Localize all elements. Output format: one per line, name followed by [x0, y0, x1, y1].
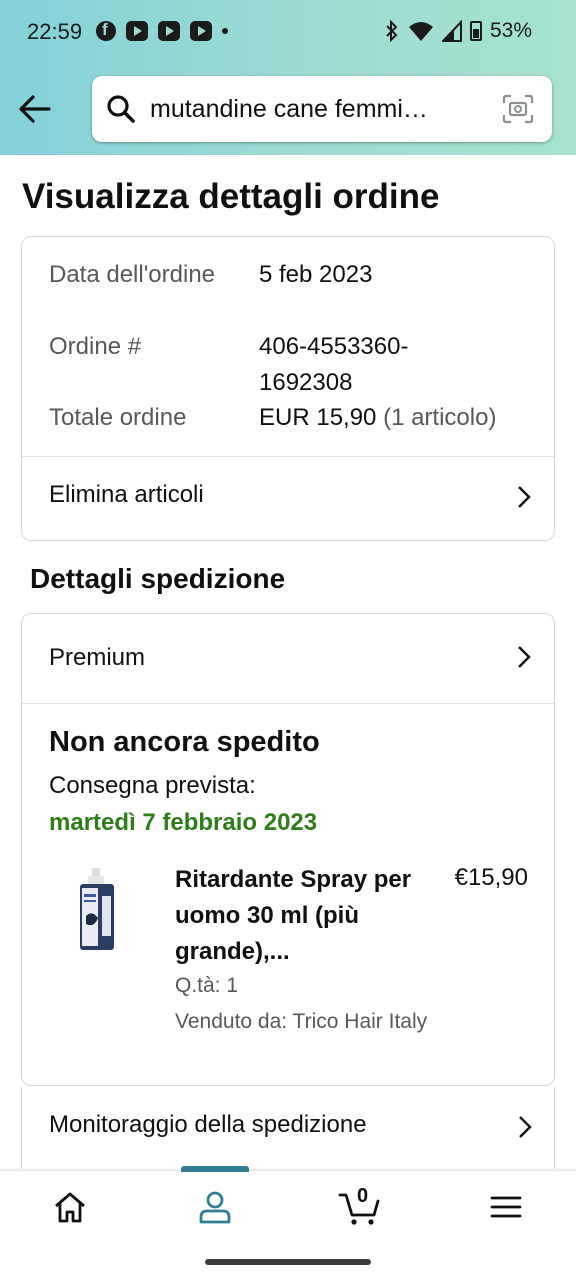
shipping-card: Premium Non ancora spedito Consegna prev… [21, 613, 555, 1086]
product-title[interactable]: Ritardante Spray per uomo 30 ml (più gra… [175, 862, 415, 970]
more-notifications-icon [222, 28, 228, 34]
active-tab-indicator [181, 1166, 249, 1172]
divider [22, 703, 554, 704]
status-bar: 22:59 53% [0, 0, 576, 64]
product-image[interactable] [72, 866, 124, 956]
signal-icon [441, 20, 462, 42]
menu-icon[interactable] [486, 1187, 526, 1227]
order-total-label: Totale ordine [49, 404, 187, 431]
tracking-row[interactable]: Monitoraggio della spedizione [21, 1087, 555, 1169]
shipping-tier-label: Premium [49, 644, 146, 671]
back-arrow-icon[interactable] [16, 90, 54, 128]
shipment-status: Non ancora spedito [49, 726, 320, 758]
account-icon[interactable] [195, 1187, 235, 1227]
page-title: Visualizza dettagli ordine [22, 177, 440, 216]
battery-percent: 53% [489, 19, 532, 42]
bottom-navigation [0, 1166, 576, 1244]
product-price: €15,90 [454, 864, 528, 891]
gesture-bar[interactable] [205, 1259, 371, 1265]
chevron-right-icon [518, 486, 531, 508]
shipping-section-title: Dettagli spedizione [30, 563, 286, 594]
notification-icons [96, 20, 228, 41]
tracking-label: Monitoraggio della spedizione [49, 1111, 367, 1138]
delete-items-label: Elimina articoli [49, 481, 204, 508]
order-date-label: Data dell'ordine [49, 261, 216, 288]
youtube-icon [126, 21, 148, 41]
chevron-right-icon [519, 1116, 532, 1138]
order-number-value: 406-4553360-1692308 [259, 333, 409, 396]
order-total-items: (1 articolo) [383, 404, 497, 431]
search-input[interactable]: mutandine cane femmi… [150, 95, 490, 124]
battery-icon [469, 21, 482, 41]
camera-search-icon[interactable] [502, 94, 534, 124]
facebook-icon [96, 20, 116, 41]
order-number-label: Ordine # [49, 333, 142, 360]
order-summary-card: Data dell'ordine 5 feb 2023 Ordine # 406… [21, 236, 555, 541]
order-date-value: 5 feb 2023 [259, 261, 373, 288]
chevron-right-icon [518, 646, 531, 668]
search-bar[interactable]: mutandine cane femmi… [92, 76, 552, 142]
youtube-icon [190, 21, 212, 41]
product-quantity: Q.tà: 1 [175, 974, 239, 997]
app-header: 22:59 53% mutandine cane femmi… [0, 0, 576, 155]
premium-row[interactable]: Premium [22, 614, 554, 703]
delivery-label: Consegna prevista: [49, 772, 256, 799]
youtube-icon [158, 21, 180, 41]
search-icon [107, 95, 135, 123]
delete-items-row[interactable]: Elimina articoli [22, 457, 554, 541]
status-time: 22:59 [27, 19, 83, 44]
wifi-icon [408, 22, 433, 41]
system-icons: 53% [384, 19, 532, 43]
delivery-date: martedì 7 febbraio 2023 [49, 809, 318, 836]
gesture-area [0, 1244, 576, 1280]
home-icon[interactable] [50, 1187, 90, 1227]
order-total-value: EUR 15,90 [259, 404, 377, 431]
product-seller: Venduto da: Trico Hair Italy [175, 1010, 428, 1033]
bluetooth-icon [386, 20, 398, 42]
cart-count: 0 [357, 1185, 369, 1207]
order-total: EUR 15,90 (1 articolo) [259, 400, 544, 436]
